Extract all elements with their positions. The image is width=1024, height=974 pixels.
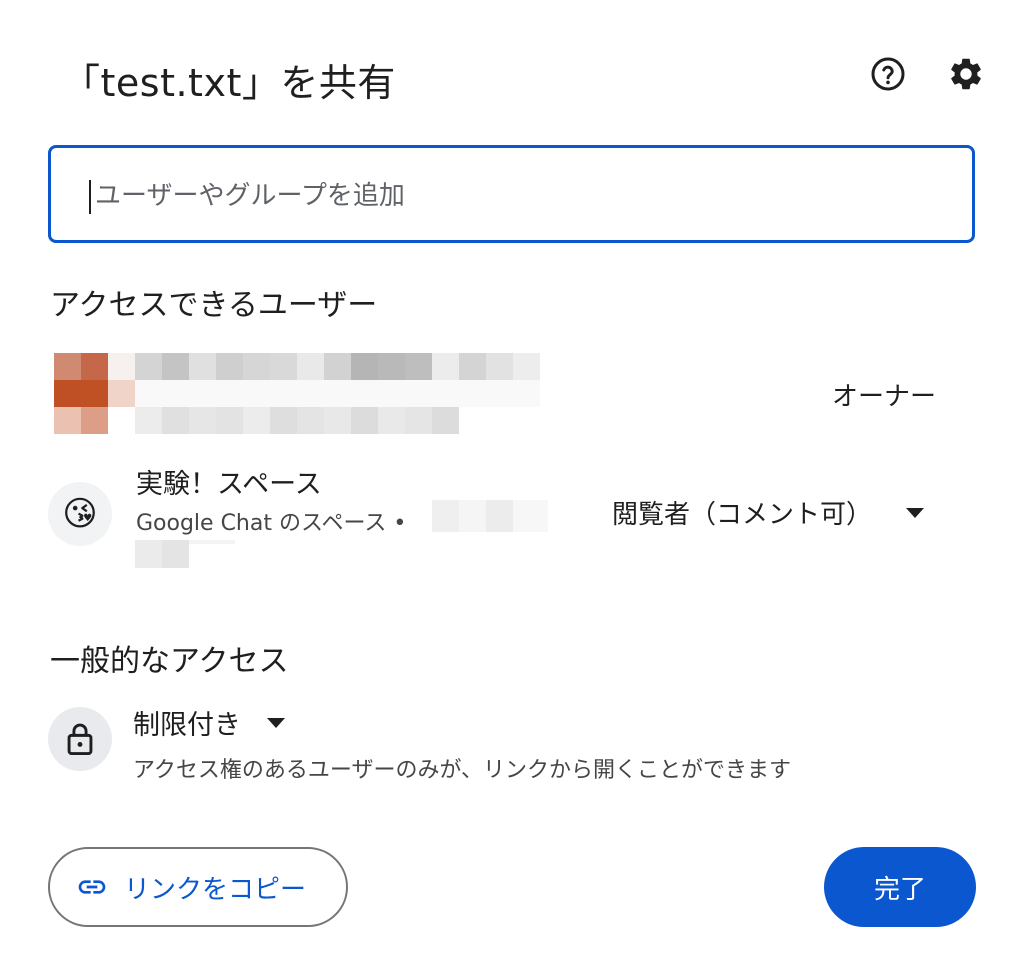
dropdown-arrow-icon bbox=[267, 717, 285, 728]
link-icon bbox=[76, 871, 108, 903]
copy-link-button[interactable]: リンクをコピー bbox=[48, 847, 348, 927]
help-icon[interactable] bbox=[866, 52, 910, 96]
owner-role-label: オーナー bbox=[832, 382, 937, 412]
owner-avatar bbox=[54, 353, 135, 434]
add-people-input[interactable] bbox=[93, 168, 937, 224]
kissing-face-icon: 😘 bbox=[48, 482, 112, 546]
gear-icon[interactable] bbox=[944, 52, 988, 96]
text-caret bbox=[89, 180, 91, 214]
dropdown-arrow-icon bbox=[906, 507, 925, 518]
general-access-dropdown[interactable]: 制限付き bbox=[133, 703, 285, 742]
add-people-field[interactable] bbox=[48, 145, 975, 243]
general-access-value: 制限付き bbox=[133, 710, 241, 741]
copy-link-label: リンクをコピー bbox=[124, 874, 307, 905]
general-access-heading: 一般的なアクセス bbox=[50, 644, 289, 679]
share-dialog: 「test.txt」を共有 アクセスできるユーザー bbox=[0, 0, 1024, 974]
lock-icon bbox=[48, 707, 112, 771]
space-role-dropdown[interactable]: 閲覧者（コメント可） bbox=[612, 494, 925, 531]
people-with-access-heading: アクセスできるユーザー bbox=[50, 288, 378, 323]
general-access-description: アクセス権のあるユーザーのみが、リンクから開くことができます bbox=[133, 758, 792, 783]
space-name: 実験！スペース bbox=[136, 469, 322, 500]
done-button[interactable]: 完了 bbox=[824, 847, 976, 927]
dialog-title: 「test.txt」を共有 bbox=[62, 61, 396, 105]
space-subtitle: Google Chat のスペース • bbox=[136, 511, 407, 536]
space-role-label: 閲覧者（コメント可） bbox=[612, 500, 873, 530]
